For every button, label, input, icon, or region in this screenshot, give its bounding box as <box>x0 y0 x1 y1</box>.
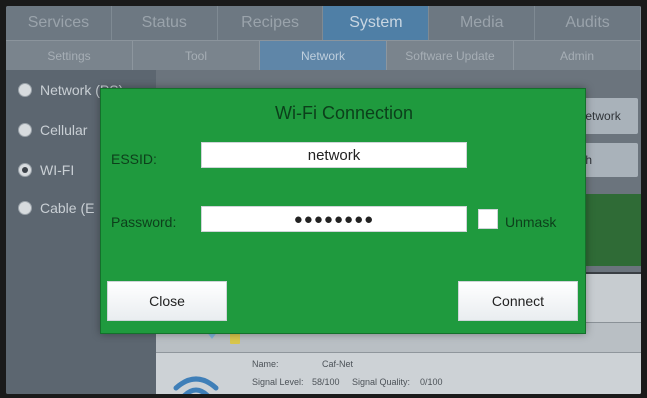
radio-circle <box>18 201 32 215</box>
connect-button[interactable]: Connect <box>458 281 578 321</box>
tab-system[interactable]: System <box>323 6 430 40</box>
password-label: Password: <box>111 214 177 230</box>
essid-label: ESSID: <box>111 151 157 167</box>
radio-cable[interactable]: Cable (E <box>18 200 94 216</box>
tab-audits[interactable]: Audits <box>535 6 641 40</box>
name-value: Caf-Net <box>322 359 354 369</box>
password-field[interactable]: ●●●●●●●● <box>201 206 467 232</box>
signal-quality-value: 0/100 <box>420 377 443 387</box>
subtab-network[interactable]: Network <box>260 41 387 70</box>
tab-services[interactable]: Services <box>6 6 112 40</box>
radio-circle <box>18 83 32 97</box>
sub-tab-bar: Settings Tool Network Software Update Ad… <box>6 40 641 70</box>
name-label: Name: <box>252 359 279 369</box>
tab-media[interactable]: Media <box>429 6 536 40</box>
signal-quality-label: Signal Quality: <box>352 377 411 387</box>
close-button[interactable]: Close <box>107 281 227 321</box>
radio-circle <box>18 123 32 137</box>
subtab-admin[interactable]: Admin <box>514 41 641 70</box>
radio-circle-checked <box>18 163 32 177</box>
radio-wifi[interactable]: WI-FI <box>18 162 74 178</box>
tab-status[interactable]: Status <box>112 6 218 40</box>
network-list-item[interactable]: Name: Caf-Net Signal Level: 58/100 Signa… <box>156 352 641 394</box>
signal-level-value: 58/100 <box>312 377 340 387</box>
tab-recipes[interactable]: Recipes <box>218 6 324 40</box>
wifi-connection-dialog: Wi-Fi Connection ESSID: network Password… <box>100 88 586 334</box>
top-tab-bar: Services Status Recipes System Media Aud… <box>6 6 641 40</box>
dialog-title: Wi-Fi Connection <box>274 103 414 123</box>
radio-label: Cable (E <box>40 200 95 216</box>
subtab-settings[interactable]: Settings <box>6 41 133 70</box>
radio-cellular[interactable]: Cellular <box>18 122 87 138</box>
unmask-checkbox[interactable] <box>478 209 498 229</box>
radio-label: WI-FI <box>40 162 75 178</box>
subtab-software-update[interactable]: Software Update <box>387 41 514 70</box>
app-screen: Services Status Recipes System Media Aud… <box>6 6 641 394</box>
essid-field[interactable]: network <box>201 142 467 168</box>
wifi-signal-icon <box>173 376 219 394</box>
subtab-tool[interactable]: Tool <box>133 41 260 70</box>
radio-label: Cellular <box>40 122 88 138</box>
signal-level-label: Signal Level: <box>252 377 304 387</box>
unmask-label: Unmask <box>505 214 557 230</box>
